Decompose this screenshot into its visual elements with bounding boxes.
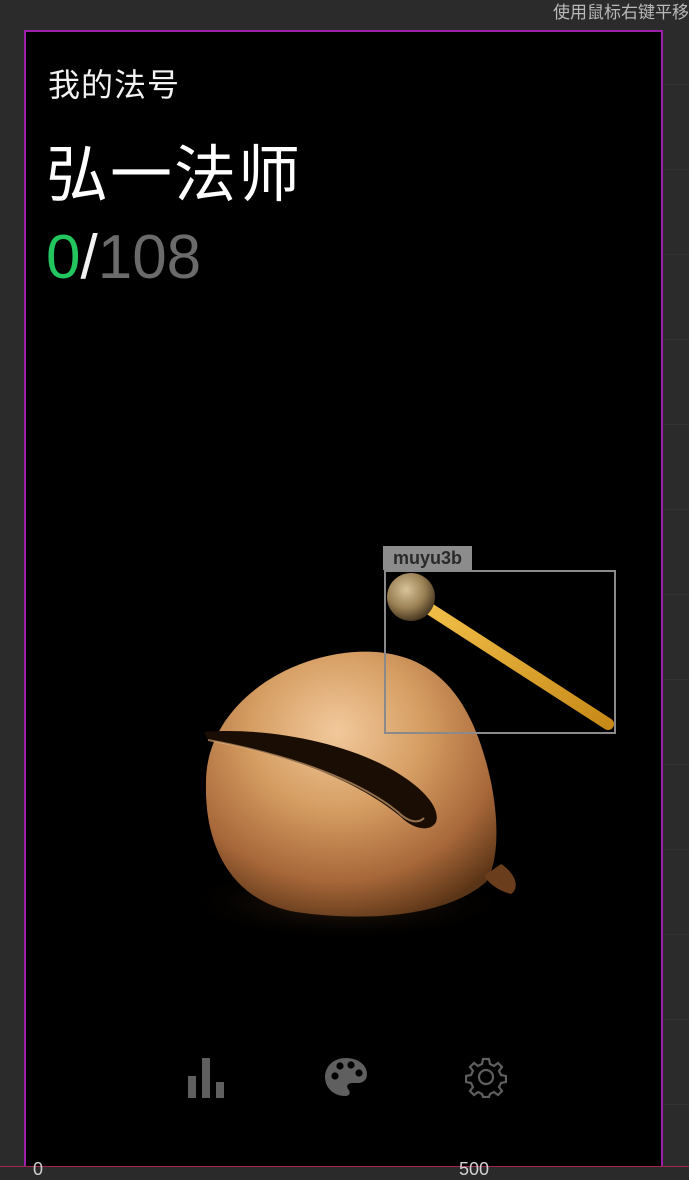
counter-separator: /	[80, 223, 98, 292]
horizontal-ruler	[0, 1166, 689, 1179]
selection-label: muyu3b	[383, 546, 473, 570]
mallet[interactable]	[384, 570, 616, 734]
ruler-label-0: 0	[33, 1159, 44, 1179]
tap-counter: 0/108	[46, 222, 201, 293]
ruler-label-500: 500	[459, 1159, 490, 1179]
counter-current: 0	[46, 223, 81, 292]
bottom-toolbar	[26, 1042, 661, 1112]
editor-hint-text: 使用鼠标右键平移	[553, 3, 689, 23]
bar-chart-icon[interactable]	[176, 1042, 236, 1112]
gear-icon[interactable]	[456, 1042, 516, 1112]
device-frame: 我的法号 弘一法师 0/108 muyu3b	[24, 30, 663, 1170]
editor-left-gutter	[0, 0, 24, 1178]
counter-total: 108	[97, 223, 202, 292]
palette-icon[interactable]	[316, 1042, 376, 1112]
dharma-name[interactable]: 弘一法师	[46, 124, 302, 214]
dharma-name-label: 我的法号	[48, 67, 181, 103]
